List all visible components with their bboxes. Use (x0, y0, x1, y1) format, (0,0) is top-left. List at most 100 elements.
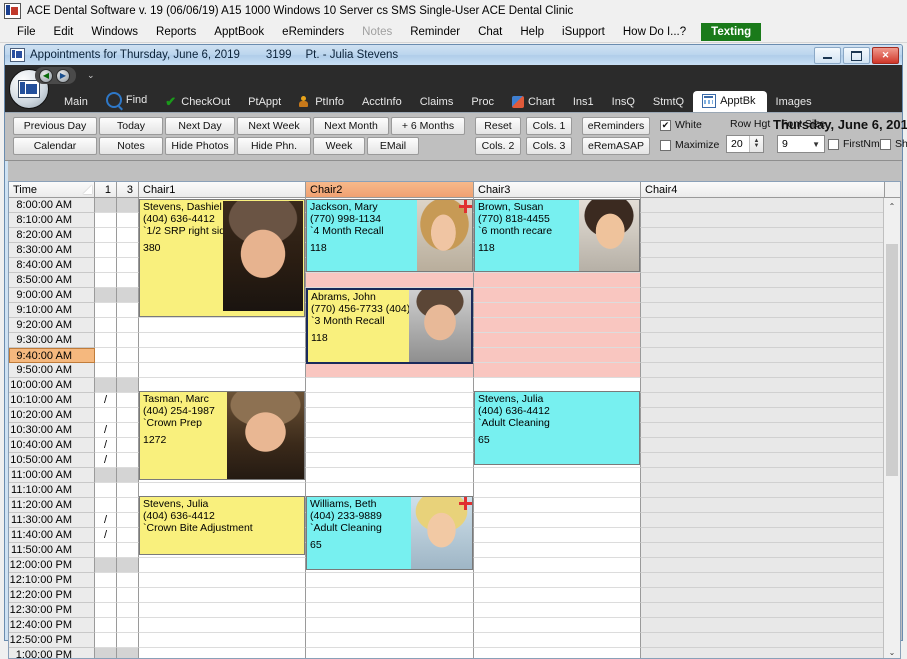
email-button[interactable]: EMail (367, 137, 419, 155)
cols1-button[interactable]: Cols. 1 (526, 117, 572, 135)
chair4-slot[interactable] (641, 498, 885, 513)
chair4-slot[interactable] (641, 468, 885, 483)
window-controls[interactable]: ✕ (814, 47, 899, 64)
chair1-slot[interactable] (139, 588, 306, 603)
chair4-slot[interactable] (641, 588, 885, 603)
ereminders-button[interactable]: eReminders (582, 117, 650, 135)
col3-cell[interactable] (117, 588, 139, 603)
col3-cell[interactable] (117, 558, 139, 573)
chair2-slot[interactable] (306, 648, 474, 658)
chair2-slot[interactable] (306, 363, 474, 378)
chair4-slot[interactable] (641, 243, 885, 258)
chair2-slot[interactable] (306, 618, 474, 633)
plus-six-months-button[interactable]: + 6 Months (391, 117, 465, 135)
column-header-chair1[interactable]: Chair1 (139, 182, 306, 197)
column-header-time[interactable]: Time (9, 182, 95, 197)
grid-row[interactable]: 9:50:00 AM (9, 363, 900, 378)
col1-cell[interactable] (95, 288, 117, 303)
chair3-slot[interactable] (474, 543, 641, 558)
chair3-slot[interactable] (474, 648, 641, 658)
tab-claims[interactable]: Claims (411, 93, 463, 112)
chair4-slot[interactable] (641, 528, 885, 543)
appointments-window-title-bar[interactable]: Appointments for Thursday, June 6, 2019 … (5, 45, 902, 65)
col1-cell[interactable] (95, 558, 117, 573)
firstnm-checkbox[interactable]: FirstNm (828, 138, 880, 150)
hide-photos-button[interactable]: Hide Photos (165, 137, 235, 155)
grid-row[interactable]: 12:50:00 PM (9, 633, 900, 648)
col1-cell[interactable] (95, 588, 117, 603)
col3-cell[interactable] (117, 378, 139, 393)
menu-item-isupport[interactable]: iSupport (553, 23, 614, 41)
col1-cell[interactable] (95, 198, 117, 213)
row-height-value[interactable]: 20 (731, 138, 743, 150)
chair4-slot[interactable] (641, 393, 885, 408)
chair2-slot[interactable] (306, 588, 474, 603)
col1-cell[interactable] (95, 618, 117, 633)
chair4-slot[interactable] (641, 378, 885, 393)
col3-cell[interactable] (117, 408, 139, 423)
tab-ptappt[interactable]: PtAppt (239, 93, 290, 112)
chair1-slot[interactable] (139, 648, 306, 658)
col3-cell[interactable] (117, 393, 139, 408)
col3-cell[interactable] (117, 303, 139, 318)
col1-cell[interactable] (95, 408, 117, 423)
chair4-slot[interactable] (641, 363, 885, 378)
show-onhold-checkbox[interactable]: Show OnHold (880, 138, 907, 150)
chair4-slot[interactable] (641, 603, 885, 618)
col1-cell[interactable] (95, 633, 117, 648)
col1-cell[interactable]: / (95, 438, 117, 453)
col3-cell[interactable] (117, 258, 139, 273)
col3-cell[interactable] (117, 273, 139, 288)
col1-cell[interactable] (95, 378, 117, 393)
chair2-slot[interactable] (306, 573, 474, 588)
calendar-button[interactable]: Calendar (13, 137, 97, 155)
menu-item-windows[interactable]: Windows (82, 23, 147, 41)
chair3-slot[interactable] (474, 363, 641, 378)
tab-acctinfo[interactable]: AcctInfo (353, 93, 411, 112)
chair4-slot[interactable] (641, 333, 885, 348)
firstnm-checkbox-box[interactable] (828, 138, 839, 150)
cols2-button[interactable]: Cols. 2 (475, 137, 521, 155)
tab-ptinfo[interactable]: PtInfo (290, 93, 353, 112)
col1-cell[interactable]: / (95, 393, 117, 408)
chair4-slot[interactable] (641, 303, 885, 318)
col1-cell[interactable] (95, 363, 117, 378)
col3-cell[interactable] (117, 618, 139, 633)
tab-insq[interactable]: InsQ (603, 93, 644, 112)
chair4-slot[interactable] (641, 288, 885, 303)
white-checkbox[interactable]: ✔ White (660, 119, 702, 131)
chair3-slot[interactable] (474, 633, 641, 648)
column-header-3[interactable]: 3 (117, 182, 139, 197)
quick-access-toolbar[interactable]: ◀ ▶ (35, 67, 76, 84)
menu-item-reminder[interactable]: Reminder (401, 23, 469, 41)
hide-phone-button[interactable]: Hide Phn. (237, 137, 311, 155)
tab-checkout[interactable]: ✔ CheckOut (156, 93, 239, 112)
scroll-up-button[interactable]: ⌃ (884, 198, 900, 214)
notes-button[interactable]: Notes (99, 137, 163, 155)
chair1-slot[interactable] (139, 558, 306, 573)
chair3-slot[interactable] (474, 468, 641, 483)
maximize-checkbox-box[interactable] (660, 139, 671, 151)
col1-cell[interactable] (95, 348, 117, 363)
row-height-spinner-arrows[interactable]: ▲ ▼ (749, 136, 763, 152)
col1-cell[interactable] (95, 648, 117, 658)
week-button[interactable]: Week (313, 137, 365, 155)
col3-cell[interactable] (117, 288, 139, 303)
next-day-button[interactable]: Next Day (165, 117, 235, 135)
col1-cell[interactable] (95, 603, 117, 618)
row-height-stepper[interactable]: 20 ▲ ▼ (726, 135, 764, 153)
col3-cell[interactable] (117, 468, 139, 483)
tab-images[interactable]: Images (767, 93, 821, 112)
chair2-slot[interactable] (306, 423, 474, 438)
chair4-slot[interactable] (641, 318, 885, 333)
appointment-block[interactable]: Brown, Susan (770) 818-4455 `6 month rec… (474, 199, 640, 272)
appointment-block[interactable]: Stevens, Dashiel (404) 636-4412 `1/2 SRP… (139, 199, 305, 317)
scroll-down-button[interactable]: ⌄ (884, 644, 900, 658)
chair4-slot[interactable] (641, 348, 885, 363)
tab-ins1[interactable]: Ins1 (564, 93, 603, 112)
ribbon-tabs[interactable]: Main Find ✔ CheckOut PtAppt PtInfo AcctIn… (55, 91, 821, 112)
chair1-slot[interactable] (139, 633, 306, 648)
col3-cell[interactable] (117, 543, 139, 558)
chair3-slot[interactable] (474, 273, 641, 288)
chair4-slot[interactable] (641, 648, 885, 658)
